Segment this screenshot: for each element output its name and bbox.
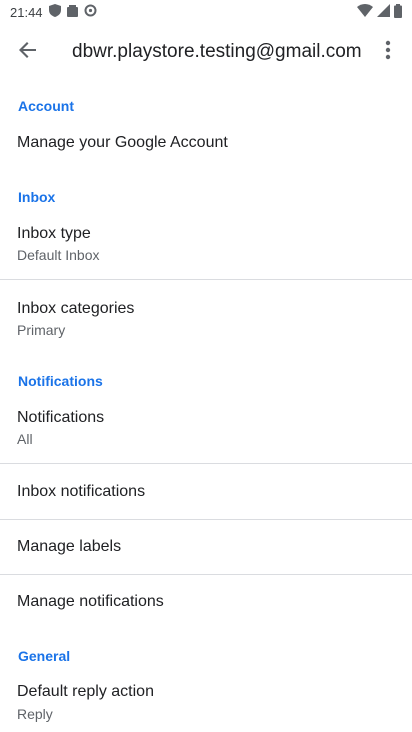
more-vert-icon (385, 40, 391, 65)
manage-google-account-item[interactable]: Manage your Google Account (0, 118, 412, 168)
item-value: Primary (17, 322, 66, 338)
divider (0, 279, 412, 280)
page-title: dbwr.playstore.testing@gmail.com (72, 41, 362, 62)
overflow-menu-button[interactable] (370, 24, 406, 80)
item-label: Inbox categories (17, 300, 135, 317)
manage-labels-item[interactable]: Manage labels (0, 521, 412, 573)
inbox-categories-item[interactable]: Inbox categories Primary (0, 288, 412, 352)
section-header-general: General (18, 648, 71, 664)
item-label: Manage your Google Account (17, 134, 228, 151)
item-label: Notifications (17, 409, 105, 426)
item-label: Inbox type (17, 225, 91, 242)
status-bar: 21:44 (0, 0, 412, 24)
item-label: Inbox notifications (17, 483, 146, 500)
item-label: Manage notifications (17, 593, 164, 610)
section-header-inbox: Inbox (18, 189, 56, 205)
battery-icon (394, 3, 402, 21)
item-value: Default Inbox (17, 247, 100, 263)
divider (0, 574, 412, 575)
wifi-icon (357, 4, 373, 20)
signal-icon (377, 4, 390, 20)
section-header-notifications: Notifications (18, 373, 103, 389)
manage-notifications-item[interactable]: Manage notifications (0, 576, 412, 628)
item-label: Default reply action (17, 683, 154, 700)
divider (0, 463, 412, 464)
default-reply-action-item[interactable]: Default reply action Reply (0, 672, 412, 732)
item-label: Manage labels (17, 538, 122, 555)
shield-icon (48, 4, 61, 20)
item-value: All (17, 431, 33, 447)
section-header-account: Account (18, 98, 74, 114)
divider (0, 519, 412, 520)
item-value: Reply (17, 706, 53, 722)
arrow-back-icon (19, 41, 37, 64)
status-left: 21:44 (10, 4, 97, 20)
status-right (357, 3, 402, 21)
notifications-item[interactable]: Notifications All (0, 396, 412, 460)
storage-icon (66, 4, 78, 20)
status-time: 21:44 (10, 4, 43, 20)
inbox-notifications-item[interactable]: Inbox notifications (0, 466, 412, 518)
app-bar: dbwr.playstore.testing@gmail.com (0, 24, 412, 80)
sync-icon (84, 4, 97, 20)
inbox-type-item[interactable]: Inbox type Default Inbox (0, 214, 412, 278)
back-button[interactable] (0, 24, 56, 80)
